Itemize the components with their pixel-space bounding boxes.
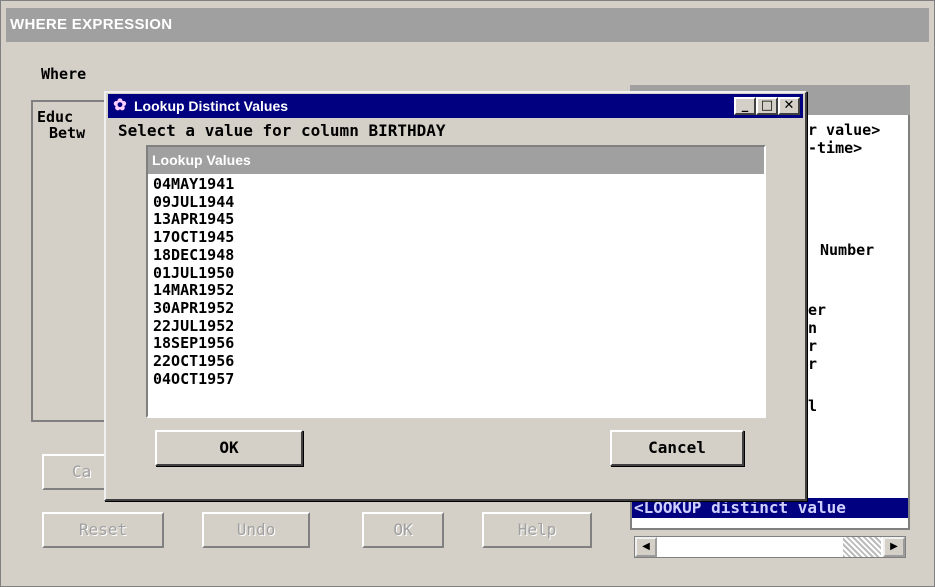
list-item[interactable]: 18DEC1948 <box>153 246 234 265</box>
list-item[interactable]: 18SEP1956 <box>153 335 234 353</box>
ok-button-parent[interactable]: OK <box>362 512 444 548</box>
cancel-button[interactable]: Cancel <box>610 430 744 466</box>
list-item[interactable]: 04OCT1957 <box>153 370 234 389</box>
expression-line: Betw <box>49 124 86 142</box>
list-item[interactable]: n <box>808 319 817 337</box>
where-label: Where <box>41 65 87 83</box>
list-item[interactable]: r value> <box>808 121 880 139</box>
help-button[interactable]: Help <box>482 512 592 548</box>
scroll-left-icon[interactable]: ◀ <box>635 537 657 557</box>
list-item[interactable]: 09JUL1944 <box>153 193 234 212</box>
list-item[interactable]: l <box>808 397 817 415</box>
list-item[interactable]: -time> <box>808 139 862 157</box>
scroll-right-icon[interactable]: ▶ <box>883 537 905 557</box>
list-item[interactable]: Number <box>820 241 874 259</box>
list-item[interactable]: 22JUL1952 <box>153 317 234 336</box>
expression-box[interactable]: Educ Betw <box>31 100 111 422</box>
dialog-title-bar[interactable]: ✿ Lookup Distinct Values _ □ ✕ <box>108 94 803 118</box>
lookup-values-list[interactable] <box>146 145 766 418</box>
list-item[interactable]: 17OCT1945 <box>153 228 234 247</box>
list-item[interactable]: 13APR1945 <box>153 211 234 229</box>
list-item[interactable]: r <box>808 355 817 373</box>
list-item[interactable]: r <box>808 337 817 355</box>
close-icon[interactable]: ✕ <box>778 97 800 115</box>
lookup-distinct-values-item[interactable]: <LOOKUP distinct value <box>632 498 908 518</box>
list-item[interactable]: 04MAY1941 <box>153 175 234 194</box>
partial-hidden-button[interactable]: Ca <box>42 454 108 490</box>
undo-button[interactable]: Undo <box>202 512 310 548</box>
dialog-title: Lookup Distinct Values <box>134 98 289 114</box>
list-item[interactable]: 30APR1952 <box>153 299 234 318</box>
ok-button[interactable]: OK <box>155 430 303 466</box>
minimize-icon[interactable]: _ <box>734 97 756 115</box>
window-title: WHERE EXPRESSION <box>6 8 929 42</box>
list-item[interactable]: 22OCT1956 <box>153 352 234 371</box>
sas-app-icon[interactable]: ✿ <box>111 97 129 115</box>
list-item[interactable]: 14MAR1952 <box>153 281 234 300</box>
list-item[interactable]: er <box>808 301 826 319</box>
scroll-thumb[interactable] <box>843 537 881 557</box>
list-item[interactable]: 01JUL1950 <box>153 264 234 283</box>
dialog-prompt: Select a value for column BIRTHDAY <box>118 121 446 140</box>
maximize-icon[interactable]: □ <box>756 97 778 115</box>
reset-button[interactable]: Reset <box>42 512 164 548</box>
horizontal-scrollbar[interactable]: ◀ ▶ <box>634 536 906 558</box>
list-header: Lookup Values <box>148 147 764 174</box>
